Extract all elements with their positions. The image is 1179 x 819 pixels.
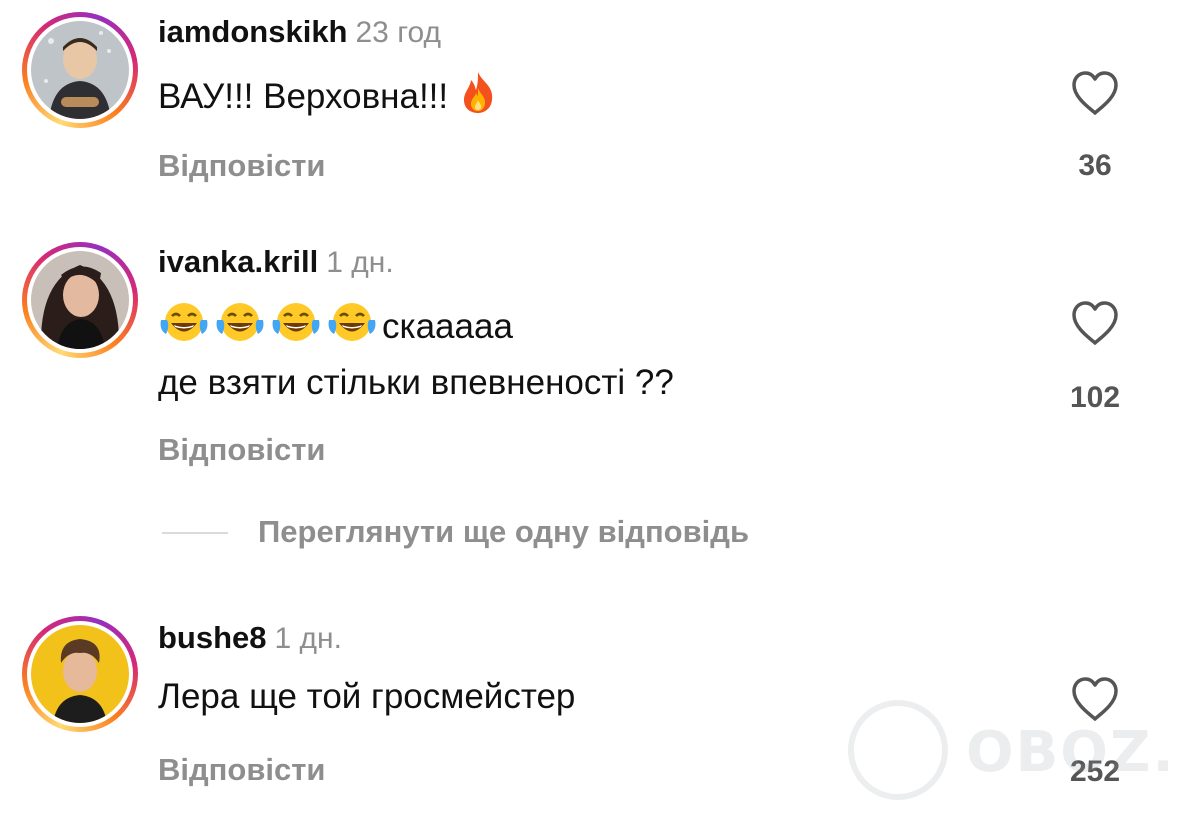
avatar-story-ring[interactable] [22,616,138,732]
comment-time: 1 дн. [274,622,342,655]
like-count: 102 [1069,381,1121,414]
comment-text: скааааа [158,300,513,354]
view-more-replies-label[interactable]: Переглянути ще одну відповідь [258,512,749,552]
laughing-tears-emoji-icon [158,300,210,354]
username[interactable]: bushe8 [158,620,267,655]
avatar-story-ring[interactable] [22,12,138,128]
heart-icon[interactable] [1070,70,1120,116]
comment-time: 23 год [355,16,442,49]
comment-time: 1 дн. [326,246,394,279]
username[interactable]: ivanka.krill [158,244,318,279]
laughing-tears-emoji-icon [326,300,378,354]
reply-button[interactable]: Відповісти [158,752,326,788]
reply-button[interactable]: Відповісти [158,148,326,184]
comment-text: де взяти стільки впевненості ?? [158,363,674,402]
comment-text: Лера ще той гросмейстер [158,677,576,716]
like-count: 36 [1078,149,1112,182]
reply-button[interactable]: Відповісти [158,432,326,468]
divider [162,532,228,534]
avatar [31,625,129,723]
heart-icon[interactable] [1070,300,1120,346]
username[interactable]: iamdonskikh [158,14,348,49]
laughing-tears-emoji-icon [270,300,322,354]
globe-logo-icon [848,700,948,800]
watermark-text: OBOZ.UA [966,720,1179,785]
avatar [31,251,129,349]
watermark: OBOZ.UA [848,700,1179,810]
avatar-story-ring[interactable] [22,242,138,358]
avatar [31,21,129,119]
comment-text: ВАУ!!! Верховна!!! [158,70,502,124]
fire-emoji-icon [458,70,498,124]
laughing-tears-emoji-icon [214,300,266,354]
